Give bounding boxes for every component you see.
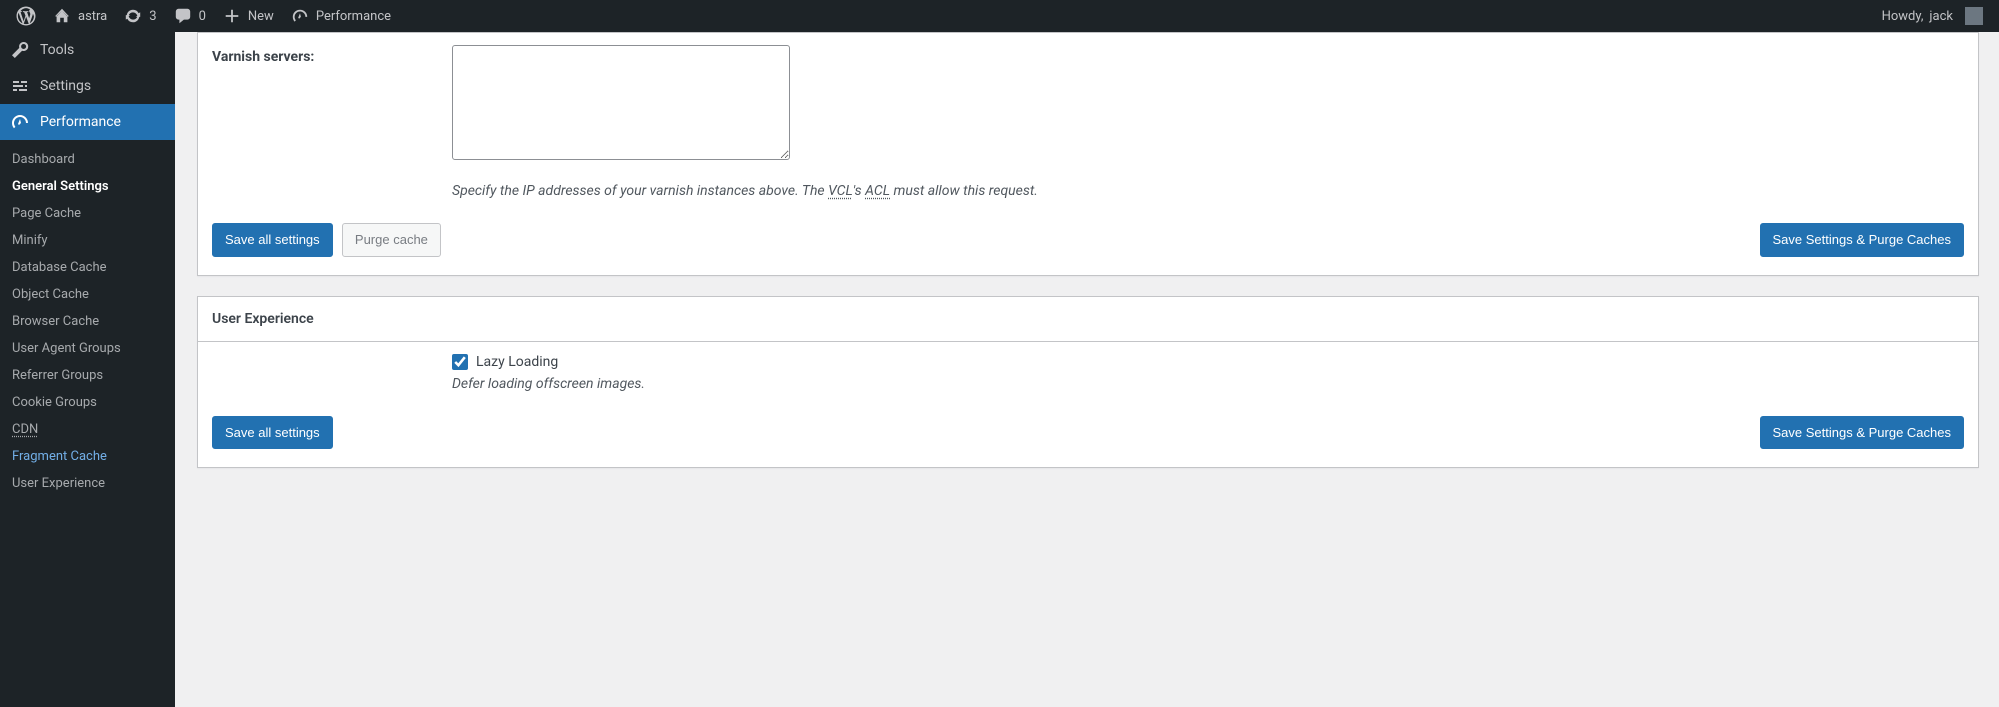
user-experience-section: User Experience Lazy Loading Defer loadi…	[197, 296, 1979, 469]
varnish-section: Varnish servers: Specify the IP addresse…	[197, 32, 1979, 276]
acl-abbr: ACL	[865, 183, 890, 199]
gauge-icon	[10, 112, 30, 132]
content-body: Varnish servers: Specify the IP addresse…	[175, 32, 1999, 508]
new-label: New	[248, 9, 274, 24]
home-icon	[52, 6, 72, 26]
save-all-settings-button[interactable]: Save all settings	[212, 223, 333, 257]
submenu-cookie-groups[interactable]: Cookie Groups	[0, 389, 175, 416]
admin-sidebar: Tools Settings Performance Dashboard Gen…	[0, 32, 175, 707]
toolbar-left: astra 3 0 New Performance	[8, 0, 399, 32]
plus-icon	[222, 6, 242, 26]
purge-cache-button[interactable]: Purge cache	[342, 223, 441, 257]
performance-submenu: Dashboard General Settings Page Cache Mi…	[0, 140, 175, 503]
varnish-submit-row: Save all settings Purge cache Save Setti…	[212, 223, 1964, 257]
my-account-link[interactable]: Howdy, jack	[1874, 0, 1991, 32]
submenu-fragment-cache[interactable]: Fragment Cache	[0, 443, 175, 470]
sidebar-item-label: Settings	[40, 78, 91, 94]
sidebar-item-settings[interactable]: Settings	[0, 68, 175, 104]
submenu-cdn[interactable]: CDN	[0, 416, 175, 443]
site-name-link[interactable]: astra	[44, 0, 115, 32]
content-wrap: Varnish servers: Specify the IP addresse…	[175, 0, 1999, 508]
varnish-servers-textarea[interactable]	[452, 45, 790, 160]
submenu-user-experience[interactable]: User Experience	[0, 470, 175, 497]
save-all-settings-button[interactable]: Save all settings	[212, 416, 333, 450]
lazy-loading-label: Lazy Loading	[476, 354, 558, 370]
sliders-icon	[10, 76, 30, 96]
updates-icon	[123, 6, 143, 26]
admin-toolbar: astra 3 0 New Performance	[0, 0, 1999, 32]
new-content-link[interactable]: New	[214, 0, 282, 32]
lazy-loading-row[interactable]: Lazy Loading	[452, 354, 1964, 370]
submenu-referrer-groups[interactable]: Referrer Groups	[0, 362, 175, 389]
varnish-servers-label: Varnish servers:	[212, 45, 452, 65]
submenu-browser-cache[interactable]: Browser Cache	[0, 308, 175, 335]
varnish-description: Specify the IP addresses of your varnish…	[452, 183, 1964, 199]
wordpress-icon	[16, 6, 36, 26]
submenu-dashboard[interactable]: Dashboard	[0, 146, 175, 173]
sidebar-item-label: Performance	[40, 114, 121, 130]
howdy-prefix: Howdy,	[1882, 9, 1924, 24]
toolbar-right: Howdy, jack	[1874, 0, 1991, 32]
sidebar-item-label: Tools	[40, 42, 74, 58]
lazy-loading-checkbox[interactable]	[452, 354, 468, 370]
save-settings-purge-caches-button[interactable]: Save Settings & Purge Caches	[1760, 223, 1965, 257]
comments-count: 0	[199, 9, 206, 24]
howdy-username: jack	[1929, 9, 1953, 24]
comments-icon	[173, 6, 193, 26]
submenu-general-settings[interactable]: General Settings	[0, 173, 175, 200]
performance-toolbar-label: Performance	[316, 9, 391, 24]
sidebar-item-performance[interactable]: Performance	[0, 104, 175, 140]
vcl-abbr: VCL	[828, 183, 853, 199]
lazy-loading-description: Defer loading offscreen images.	[452, 376, 1964, 392]
updates-count: 3	[149, 9, 156, 24]
updates-link[interactable]: 3	[115, 0, 164, 32]
submenu-page-cache[interactable]: Page Cache	[0, 200, 175, 227]
ux-submit-row: Save all settings Save Settings & Purge …	[212, 416, 1964, 450]
wrench-icon	[10, 40, 30, 60]
user-experience-title: User Experience	[198, 297, 1978, 342]
submenu-minify[interactable]: Minify	[0, 227, 175, 254]
performance-toolbar-link[interactable]: Performance	[282, 0, 399, 32]
avatar	[1965, 7, 1983, 25]
wp-logo[interactable]	[8, 0, 44, 32]
submenu-object-cache[interactable]: Object Cache	[0, 281, 175, 308]
comments-link[interactable]: 0	[165, 0, 214, 32]
submenu-user-agent-groups[interactable]: User Agent Groups	[0, 335, 175, 362]
save-settings-purge-caches-button[interactable]: Save Settings & Purge Caches	[1760, 416, 1965, 450]
gauge-icon	[290, 6, 310, 26]
site-name-text: astra	[78, 9, 107, 24]
sidebar-item-tools[interactable]: Tools	[0, 32, 175, 68]
submenu-database-cache[interactable]: Database Cache	[0, 254, 175, 281]
